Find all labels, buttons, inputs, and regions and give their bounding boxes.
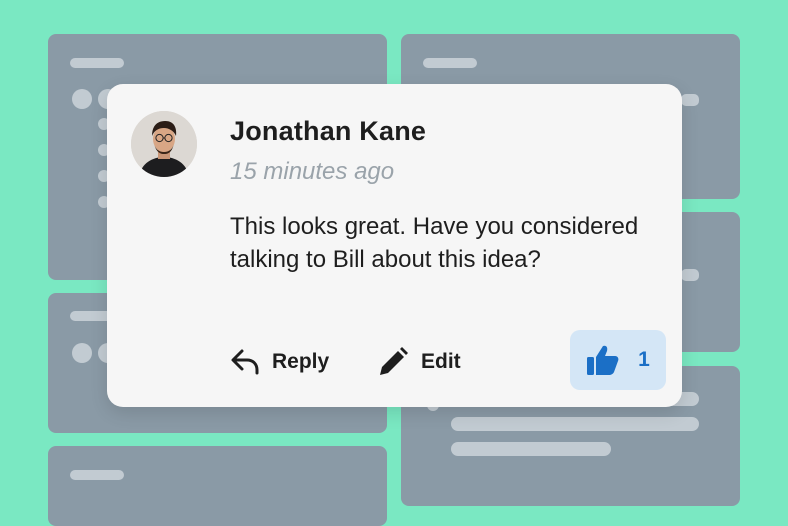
thumbs-up-icon xyxy=(587,345,619,375)
reply-button[interactable]: Reply xyxy=(230,342,329,382)
background-card xyxy=(48,446,387,526)
comment-card: Jonathan Kane 15 minutes ago This looks … xyxy=(107,84,682,407)
placeholder-line xyxy=(681,269,699,281)
placeholder-line xyxy=(681,94,699,106)
like-button[interactable]: 1 xyxy=(570,330,666,390)
reply-arrow-icon xyxy=(231,349,259,375)
placeholder-dot xyxy=(72,343,92,363)
reply-label: Reply xyxy=(272,350,330,373)
placeholder-dot xyxy=(72,89,92,109)
like-count: 1 xyxy=(638,348,650,371)
pencil-icon xyxy=(380,347,408,375)
comment-body: This looks great. Have you considered ta… xyxy=(230,213,639,273)
edit-button[interactable]: Edit xyxy=(377,342,461,382)
placeholder-line xyxy=(451,442,611,456)
placeholder-line xyxy=(423,58,477,68)
edit-label: Edit xyxy=(421,350,461,373)
placeholder-line xyxy=(70,58,124,68)
avatar-photo xyxy=(131,111,197,177)
avatar[interactable] xyxy=(131,111,197,177)
comment-timestamp: 15 minutes ago xyxy=(230,158,395,185)
placeholder-line xyxy=(451,417,699,431)
placeholder-line xyxy=(70,470,124,480)
author-name[interactable]: Jonathan Kane xyxy=(230,116,426,147)
